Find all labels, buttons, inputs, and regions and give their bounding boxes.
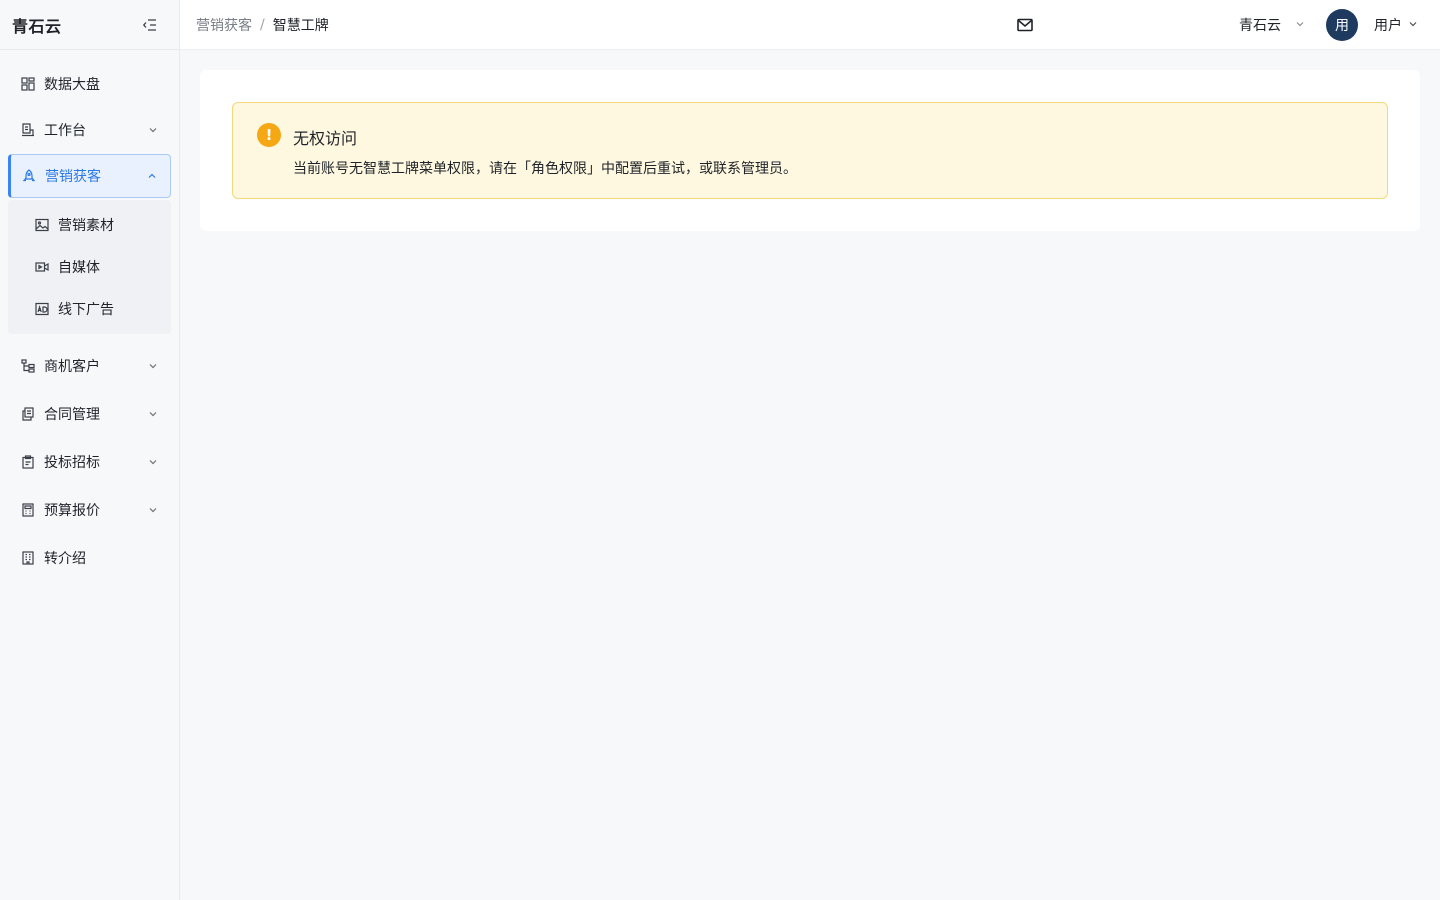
sidebar-item-label: 商机客户 bbox=[44, 359, 100, 375]
sidebar: 青石云 数据大盘 工作台 营销获客 营销素材 自媒体 线下广告 商机客户 合同管… bbox=[0, 0, 180, 900]
breadcrumb-separator: / bbox=[260, 16, 265, 33]
content-card: ! 无权访问 当前账号无智慧工牌菜单权限，请在「角色权限」中配置后重试，或联系管… bbox=[200, 70, 1420, 231]
calculator-icon bbox=[20, 502, 36, 518]
sidebar-item-label: 转介绍 bbox=[44, 551, 86, 567]
image-icon bbox=[34, 217, 50, 233]
chevron-down-icon bbox=[147, 124, 159, 136]
building-icon bbox=[20, 550, 36, 566]
top-header: 营销获客 / 智慧工牌 青石云 用 用户 bbox=[180, 0, 1440, 50]
sidebar-subitem-label: 线下广告 bbox=[58, 302, 114, 318]
no-permission-alert: ! 无权访问 当前账号无智慧工牌菜单权限，请在「角色权限」中配置后重试，或联系管… bbox=[232, 102, 1388, 199]
org-switcher[interactable]: 青石云 bbox=[1239, 0, 1305, 50]
sidebar-item-workbench[interactable]: 工作台 bbox=[8, 108, 171, 152]
sidebar-item-opportunities[interactable]: 商机客户 bbox=[8, 344, 171, 388]
sidebar-subitem-materials[interactable]: 营销素材 bbox=[8, 204, 171, 246]
mail-icon[interactable] bbox=[1016, 16, 1034, 34]
alert-description: 当前账号无智慧工牌菜单权限，请在「角色权限」中配置后重试，或联系管理员。 bbox=[293, 161, 797, 177]
user-name: 用户 bbox=[1374, 18, 1402, 34]
contract-icon bbox=[20, 406, 36, 422]
sidebar-item-referral[interactable]: 转介绍 bbox=[8, 536, 171, 580]
org-name: 青石云 bbox=[1239, 18, 1281, 34]
sidebar-item-label: 合同管理 bbox=[44, 407, 100, 423]
chevron-down-icon bbox=[147, 504, 159, 516]
sidebar-item-marketing[interactable]: 营销获客 bbox=[8, 154, 171, 198]
sidebar-item-label: 工作台 bbox=[44, 123, 86, 139]
workbench-icon bbox=[20, 122, 36, 138]
brand-title: 青石云 bbox=[12, 16, 62, 36]
marketing-submenu: 营销素材 自媒体 线下广告 bbox=[8, 200, 171, 334]
sidebar-item-label: 投标招标 bbox=[44, 455, 100, 471]
sidebar-item-dashboard[interactable]: 数据大盘 bbox=[8, 62, 171, 106]
chevron-down-icon bbox=[1295, 17, 1305, 33]
dashboard-icon bbox=[20, 76, 36, 92]
sidebar-item-contracts[interactable]: 合同管理 bbox=[8, 392, 171, 436]
user-menu[interactable]: 用户 bbox=[1374, 0, 1418, 50]
sidebar-subitem-label: 自媒体 bbox=[58, 260, 100, 276]
breadcrumb-current: 智慧工牌 bbox=[272, 17, 329, 34]
chevron-down-icon bbox=[147, 360, 159, 372]
chevron-down-icon bbox=[1408, 17, 1418, 33]
sidebar-item-budget[interactable]: 预算报价 bbox=[8, 488, 171, 532]
alert-title: 无权访问 bbox=[293, 129, 358, 148]
brand-bar: 青石云 bbox=[0, 0, 179, 50]
sidebar-item-label: 数据大盘 bbox=[44, 77, 100, 93]
avatar[interactable]: 用 bbox=[1326, 9, 1358, 41]
sidebar-item-label: 预算报价 bbox=[44, 503, 100, 519]
sidebar-item-label: 营销获客 bbox=[45, 169, 101, 185]
sidebar-item-bidding[interactable]: 投标招标 bbox=[8, 440, 171, 484]
video-icon bbox=[34, 259, 50, 275]
sidebar-subitem-offline-ads[interactable]: 线下广告 bbox=[8, 288, 171, 330]
clipboard-icon bbox=[20, 454, 36, 470]
hierarchy-icon bbox=[20, 358, 36, 374]
chevron-down-icon bbox=[147, 456, 159, 468]
breadcrumb-parent-link[interactable]: 营销获客 bbox=[196, 15, 252, 35]
sidebar-subitem-label: 营销素材 bbox=[58, 218, 114, 234]
sidebar-subitem-media[interactable]: 自媒体 bbox=[8, 246, 171, 288]
chevron-down-icon bbox=[147, 408, 159, 420]
warning-icon: ! bbox=[257, 123, 281, 147]
chevron-up-icon bbox=[146, 170, 158, 182]
rocket-icon bbox=[21, 168, 37, 184]
sidebar-nav: 数据大盘 工作台 营销获客 营销素材 自媒体 线下广告 商机客户 合同管理 投标… bbox=[0, 50, 179, 580]
ad-icon bbox=[34, 301, 50, 317]
collapse-sidebar-icon[interactable] bbox=[141, 16, 159, 34]
breadcrumb: 营销获客 / 智慧工牌 bbox=[196, 15, 329, 35]
